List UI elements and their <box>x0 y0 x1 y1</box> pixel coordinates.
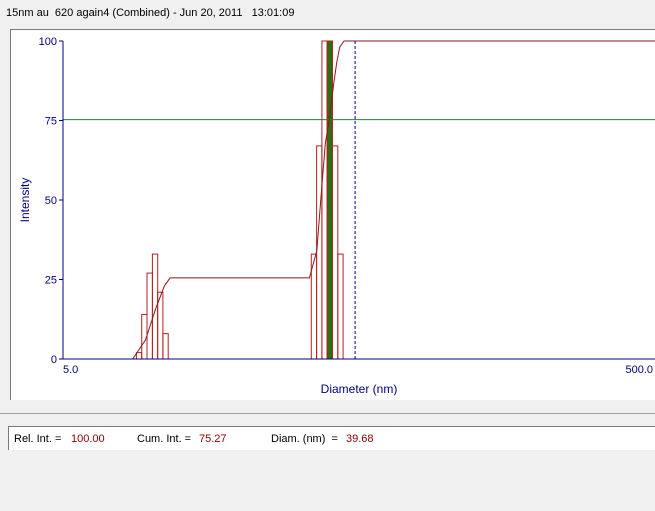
diam-label: Diam. (nm) = <box>271 433 338 445</box>
histogram-bar <box>135 352 143 360</box>
chart-axes <box>59 40 655 360</box>
y-tick-label: 100 <box>39 36 57 48</box>
y-tick-label: 50 <box>45 195 57 207</box>
panel-separator <box>0 413 655 414</box>
size-distribution-chart[interactable]: 0 25 50 75 100 5.0 500.0 Diameter (nm) Intensity <box>11 30 655 400</box>
x-tick-label: 500.0 <box>625 364 653 376</box>
y-tick-label: 0 <box>51 354 57 366</box>
overlay-lines <box>63 40 655 360</box>
rel-int-value: 100.00 <box>71 433 105 445</box>
window-title: 15nm au 620 again4 (Combined) - Jun 20, … <box>6 7 295 19</box>
rel-int-label: Rel. Int. = <box>14 433 62 445</box>
histogram-bar <box>316 145 323 360</box>
x-axis-title: Diameter (nm) <box>321 382 398 396</box>
histogram-bars <box>135 40 344 360</box>
histogram-bar <box>332 145 339 360</box>
histogram-bar <box>337 253 344 360</box>
y-axis-title: Intensity <box>18 178 32 223</box>
status-readout-bar: Rel. Int. = 100.00 Cum. Int. = 75.27 Dia… <box>8 426 655 450</box>
axis-labels: 0 25 50 75 100 5.0 500.0 Diameter (nm) Intensity <box>18 36 653 396</box>
y-tick-label: 25 <box>45 275 57 287</box>
distribution-chart-panel[interactable]: 0 25 50 75 100 5.0 500.0 Diameter (nm) Intensity <box>10 29 655 400</box>
histogram-bar <box>162 333 169 360</box>
histogram-bar <box>146 272 153 360</box>
cumulative-curve <box>132 40 655 360</box>
selection-marker[interactable] <box>326 40 334 360</box>
diam-value: 39.68 <box>346 433 374 445</box>
y-tick-label: 75 <box>45 116 57 128</box>
selected-diameter-band[interactable] <box>326 40 334 360</box>
histogram-bar <box>321 40 328 360</box>
cum-int-value: 75.27 <box>199 433 227 445</box>
cum-int-label: Cum. Int. = <box>137 433 192 445</box>
x-tick-label: 5.0 <box>63 364 78 376</box>
